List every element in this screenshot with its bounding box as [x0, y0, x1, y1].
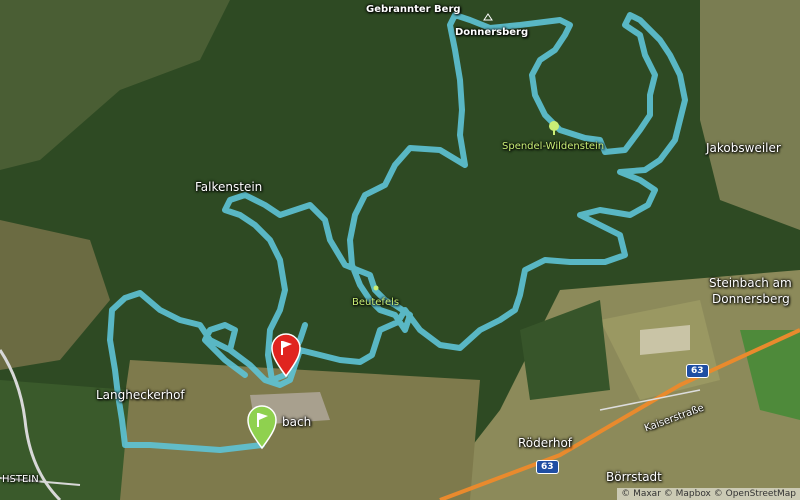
- label-falkenstein: Falkenstein: [195, 180, 263, 194]
- label-boerrstadt: Börrstadt: [606, 470, 662, 484]
- label-hstein: HSTEIN: [2, 474, 39, 485]
- label-gebrannter-berg: Gebrannter Berg: [366, 4, 461, 15]
- label-jakobsweiler: Jakobsweiler: [706, 141, 781, 155]
- satellite-map-canvas: [0, 0, 800, 500]
- road-shield-a63: 63: [686, 364, 709, 378]
- map-view[interactable]: Gebrannter Berg Donnersberg Spendel-Wild…: [0, 0, 800, 500]
- label-roederhof: Röderhof: [518, 436, 573, 450]
- label-steinbach-line2: Donnersberg: [712, 292, 790, 306]
- label-spendel-wildenstein: Spendel-Wildenstein: [502, 141, 605, 152]
- label-steinbach-line1: Steinbach am: [709, 276, 792, 290]
- label-bach: bach: [282, 415, 312, 429]
- label-beutefels: Beutefels: [352, 297, 400, 308]
- label-langheckerhof: Langheckerhof: [96, 388, 185, 402]
- label-donnersberg: Donnersberg: [455, 27, 529, 38]
- map-attribution[interactable]: © Maxar © Mapbox © OpenStreetMap: [617, 488, 800, 500]
- road-shield-a63: 63: [536, 460, 559, 474]
